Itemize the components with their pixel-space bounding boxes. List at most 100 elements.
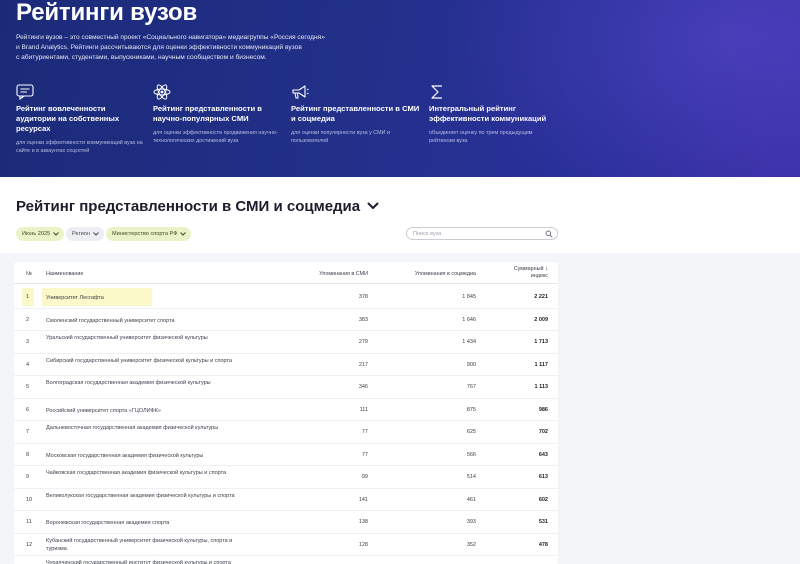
feature-title: Рейтинг вовлеченности аудитории на собст…: [16, 104, 120, 133]
media-mentions: 138: [358, 519, 368, 525]
table-row[interactable]: 11 Воронежская государственная академия с…: [14, 511, 558, 534]
row-number: 12: [26, 541, 33, 548]
social-mentions: 900: [466, 361, 476, 368]
feature-title: Рейтинг представленности в научно-популя…: [153, 104, 262, 123]
row-number: 8: [26, 451, 30, 458]
table-row[interactable]: 1 Университет Лесгафта 378 1 845 2 221: [14, 286, 558, 309]
feature-desc: объединяет оценку по трем предыдущим рей…: [429, 130, 533, 144]
university-name[interactable]: Дальневосточная государственная академия…: [46, 424, 236, 432]
university-name[interactable]: Воронежская государственная академия спо…: [46, 519, 236, 527]
hero-desc-line: и Brand Analytics. Рейтинги рассчитывают…: [16, 44, 302, 51]
row-number: 10: [26, 496, 33, 503]
feature-desc: для оценки эффективности продвижения нау…: [153, 130, 278, 144]
table-row[interactable]: 12 Кубанский государственный университет …: [14, 534, 558, 556]
table-row[interactable]: 3 Уральский государственный университет ф…: [14, 331, 558, 354]
media-mentions: 128: [358, 541, 368, 548]
university-name[interactable]: Сибирский государственный университет фи…: [46, 357, 236, 365]
table-row[interactable]: 6 Российский университет спорта «ГЦОЛИФК»…: [14, 399, 558, 421]
rating-types: Рейтинг вовлеченности аудитории на собст…: [16, 84, 796, 164]
chevron-down-icon[interactable]: [366, 199, 380, 213]
table-row[interactable]: 9 Чайковская государственная академия физ…: [14, 466, 558, 489]
row-number: 4: [26, 361, 30, 368]
total-index: 602: [538, 496, 548, 503]
rating-section-header: Рейтинг представленности в СМИ и соцмеди…: [0, 177, 800, 253]
table-row[interactable]: 2 Смоленский государственный университет …: [14, 309, 558, 331]
university-name[interactable]: Уральский государственный университет фи…: [46, 334, 236, 342]
total-index: 613: [538, 474, 548, 480]
col-header-social[interactable]: Упоминания в соцмедиа: [415, 271, 476, 277]
university-name[interactable]: Российский университет спорта «ГЦОЛИФК»: [46, 407, 236, 415]
university-name[interactable]: Чайковская государственная академия физи…: [46, 469, 236, 477]
social-mentions: 1 845: [462, 294, 476, 300]
ministry-filter-label: Министерство спорта РФ: [112, 231, 178, 237]
university-name[interactable]: Волгоградская государственная академия ф…: [46, 379, 236, 387]
feature-science-media[interactable]: Рейтинг представленности в научно-популя…: [153, 84, 283, 145]
chevron-down-icon: [93, 232, 99, 236]
chat-icon: [16, 84, 34, 100]
media-mentions: 111: [359, 406, 368, 413]
rating-table: № Наименование Упоминания в СМИ Упоминан…: [14, 262, 558, 564]
university-name[interactable]: Университет Лесгафта: [46, 294, 236, 302]
chevron-down-icon: [53, 232, 60, 236]
table-row[interactable]: 5 Волгоградская государственная академия …: [14, 376, 558, 399]
media-mentions: 217: [358, 361, 368, 368]
ministry-filter[interactable]: Министерство спорта РФ: [106, 227, 192, 241]
atom-icon: [153, 84, 171, 100]
feature-title: Рейтинг представленности в СМИ и соцмеди…: [291, 104, 420, 123]
total-index: 2 221: [534, 294, 548, 300]
region-filter[interactable]: Регион: [66, 227, 104, 241]
table-row[interactable]: 13Чурапчинский государственный институт …: [14, 556, 558, 564]
feature-integral[interactable]: Интегральный рейтинг эффективности комму…: [429, 84, 559, 145]
media-mentions: 77: [361, 451, 368, 458]
feature-media-social[interactable]: Рейтинг представленности в СМИ и соцмеди…: [291, 84, 421, 145]
chevron-down-icon: [180, 232, 187, 236]
hero-desc-line: с абитуриентами, студентами, выпускникам…: [16, 54, 267, 61]
megaphone-icon: [292, 85, 309, 99]
row-number: 1: [26, 294, 30, 300]
row-number: 2: [26, 316, 30, 323]
social-mentions: 352: [466, 541, 476, 548]
search-input[interactable]: [413, 229, 541, 239]
col-header-total-line2: индекс: [530, 273, 548, 279]
feature-desc: для оценки популярности вуза у СМИ и пол…: [291, 130, 391, 144]
row-number: 11: [26, 519, 32, 525]
period-filter-label: Июнь 2025: [22, 231, 51, 237]
section-title: Рейтинг представленности в СМИ и соцмеди…: [16, 198, 361, 215]
region-filter-label: Регион: [72, 231, 90, 237]
media-mentions: 383: [358, 316, 368, 323]
table-row[interactable]: 7 Дальневосточная государственная академи…: [14, 421, 558, 444]
social-mentions: 1 646: [462, 316, 476, 323]
university-name[interactable]: Великолукская государственная академия ф…: [46, 492, 236, 500]
social-mentions: 875: [466, 406, 476, 413]
media-mentions: 378: [358, 294, 368, 300]
university-search[interactable]: [406, 227, 558, 240]
row-number: 5: [26, 384, 30, 390]
media-mentions: 279: [358, 339, 368, 345]
table-row[interactable]: 8 Московская государственная академия физ…: [14, 444, 558, 466]
social-mentions: 514: [466, 474, 476, 480]
period-filter[interactable]: Июнь 2025: [16, 227, 65, 241]
media-mentions: 77: [361, 429, 368, 435]
university-name[interactable]: Смоленский государственный университет с…: [46, 317, 236, 325]
table-row[interactable]: 4 Сибирский государственный университет ф…: [14, 354, 558, 376]
feature-engagement[interactable]: Рейтинг вовлеченности аудитории на собст…: [16, 84, 146, 155]
media-mentions: 141: [358, 496, 368, 503]
table-row[interactable]: 10 Великолукская государственная академия…: [14, 489, 558, 511]
row-number: 9: [26, 474, 30, 480]
col-header-media[interactable]: Упоминания в СМИ: [319, 271, 368, 277]
row-number: 6: [26, 406, 30, 413]
total-index: 1 713: [534, 339, 548, 345]
university-name[interactable]: Чурапчинский государственный институт фи…: [46, 559, 236, 564]
total-index: 1 117: [534, 361, 548, 368]
university-name[interactable]: Кубанский государственный университет фи…: [46, 537, 236, 553]
social-mentions: 767: [466, 384, 476, 390]
social-mentions: 625: [466, 429, 476, 435]
col-header-total[interactable]: Суммарный ↓ индекс: [514, 266, 548, 280]
feature-desc: для оценки эффективности коммуникаций ву…: [16, 140, 143, 154]
search-icon[interactable]: [545, 230, 553, 238]
social-mentions: 393: [466, 519, 476, 525]
col-header-num[interactable]: №: [26, 271, 32, 277]
page-title: Рейтинги вузов: [16, 0, 198, 26]
university-name[interactable]: Московская государственная академия физи…: [46, 452, 236, 460]
col-header-name[interactable]: Наименование: [46, 271, 83, 277]
